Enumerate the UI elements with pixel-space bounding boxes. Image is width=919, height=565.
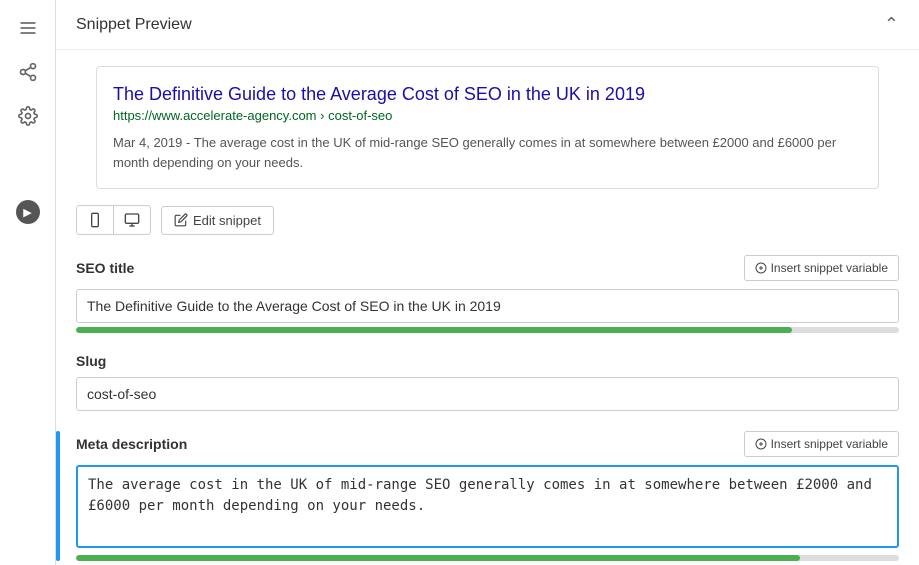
collapse-button[interactable]: ⌃ [884,14,899,35]
snippet-preview-card: The Definitive Guide to the Average Cost… [96,66,879,189]
plus-circle-icon [755,438,767,450]
seo-title-label-row: SEO title Insert snippet variable [76,255,899,281]
page-title: Snippet Preview [76,16,192,34]
snippet-title-link[interactable]: The Definitive Guide to the Average Cost… [113,83,862,106]
seo-title-label: SEO title [76,260,134,276]
desktop-view-button[interactable] [114,205,151,235]
slug-input[interactable] [76,377,899,411]
form-section: SEO title Insert snippet variable Slug [76,255,899,561]
view-toggle-bar: Edit snippet [76,205,899,235]
snippet-url: https://www.accelerate-agency.com › cost… [113,108,862,123]
seo-title-progress-fill [76,327,792,333]
settings-button[interactable] [8,96,48,136]
slug-label: Slug [76,353,106,369]
plus-circle-icon [755,262,767,274]
meta-description-progress-fill [76,555,800,561]
bars-button[interactable] [8,8,48,48]
meta-description-label-row: Meta description Insert snippet variable [76,431,899,457]
meta-description-row: Meta description Insert snippet variable… [76,431,899,561]
slug-row: Slug [76,353,899,411]
expand-toggle-button[interactable]: ▶ [16,200,40,224]
sidebar: ▶ [0,0,56,565]
meta-description-textarea[interactable]: The average cost in the UK of mid-range … [76,465,899,548]
meta-description-insert-variable-button[interactable]: Insert snippet variable [744,431,899,457]
seo-title-progress-bar [76,327,899,333]
pencil-icon [174,213,188,227]
seo-title-input[interactable] [76,289,899,323]
edit-snippet-button[interactable]: Edit snippet [161,206,274,235]
meta-description-progress-bar [76,555,899,561]
snippet-description: Mar 4, 2019 - The average cost in the UK… [113,133,862,172]
seo-title-insert-variable-button[interactable]: Insert snippet variable [744,255,899,281]
slug-label-row: Slug [76,353,899,369]
meta-description-label: Meta description [76,436,187,452]
seo-title-row: SEO title Insert snippet variable [76,255,899,333]
share-button[interactable] [8,52,48,92]
main-content: Snippet Preview ⌃ The Definitive Guide t… [56,0,919,565]
mobile-view-button[interactable] [76,205,114,235]
header-bar: Snippet Preview ⌃ [56,0,919,50]
